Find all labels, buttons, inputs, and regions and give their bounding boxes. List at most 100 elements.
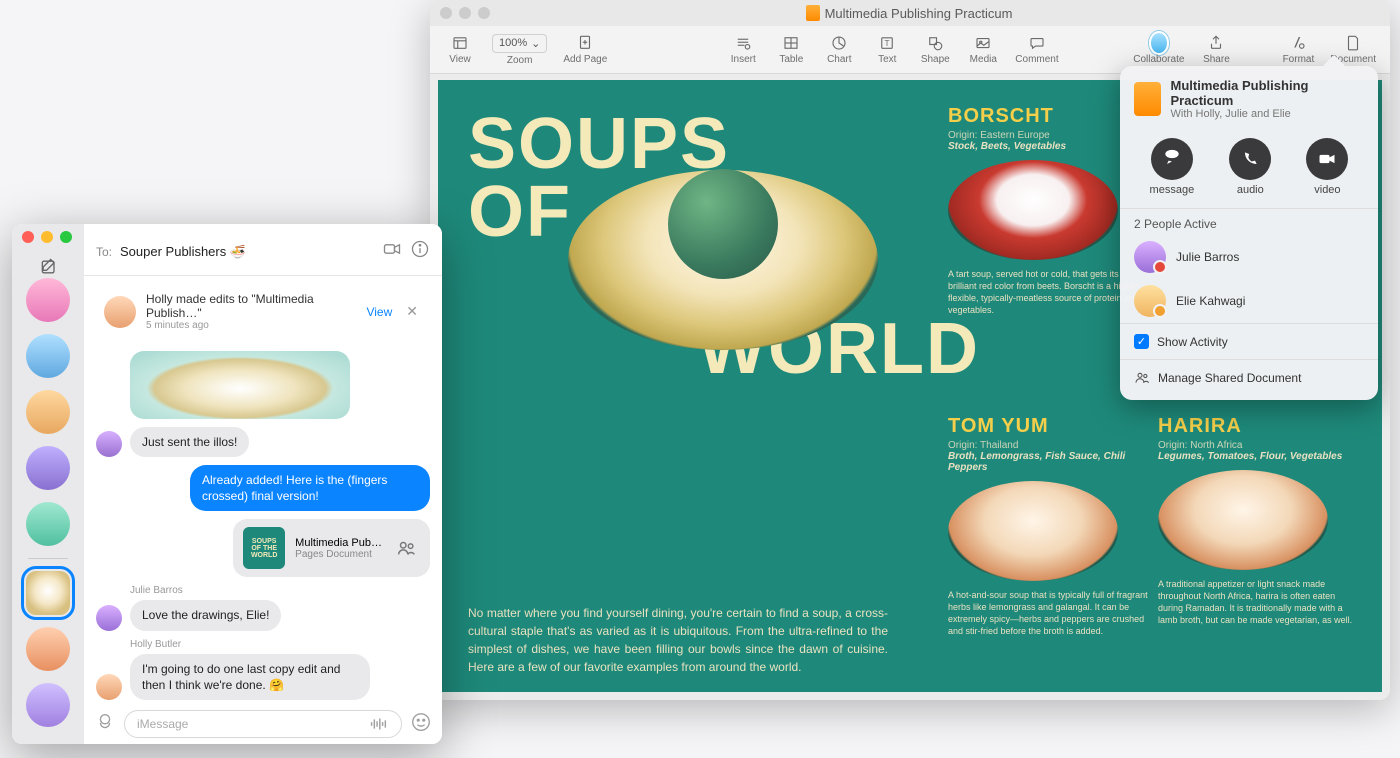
avatar — [104, 296, 136, 328]
sender-avatar — [96, 605, 122, 631]
hero-illustration — [568, 170, 878, 350]
active-people-label: 2 People Active — [1120, 209, 1378, 235]
conversation-avatar[interactable] — [26, 627, 70, 671]
message-input-bar: iMessage — [84, 704, 442, 744]
recipe-borscht: BORSCHT Origin: Eastern Europe Stock, Be… — [948, 105, 1148, 317]
apps-icon[interactable] — [94, 711, 116, 738]
video-action[interactable]: video — [1306, 138, 1348, 196]
input-placeholder: iMessage — [137, 717, 188, 731]
active-person-elie[interactable]: Elie Kahwagi — [1120, 279, 1378, 323]
conversation-avatar[interactable] — [26, 278, 70, 322]
attachment-type: Pages Document — [295, 549, 382, 560]
text-label: Text — [878, 54, 896, 65]
close-dot[interactable] — [440, 7, 452, 19]
attachment-thumbnail: SOUPSOF THEWORLD — [243, 527, 285, 569]
edit-notification-banner: Holly made edits to "Multimedia Publish…… — [94, 284, 432, 339]
message-thread[interactable]: Just sent the illos! Already added! Here… — [84, 347, 442, 704]
attachment-name: Multimedia Pub… — [295, 537, 382, 549]
byline: By Holly Butler, Guillermo Castillo, Eli… — [468, 690, 888, 692]
comment-button[interactable]: Comment — [1009, 32, 1064, 67]
compose-button[interactable] — [36, 254, 62, 280]
collaboration-popover: Multimedia Publishing Practicum With Hol… — [1120, 66, 1378, 400]
table-button[interactable]: Table — [769, 32, 813, 67]
view-button[interactable]: View — [438, 32, 482, 67]
zoom-label: Zoom — [507, 55, 533, 66]
messages-titlebar[interactable] — [12, 224, 442, 250]
recipe-ingredients: Stock, Beets, Vegetables — [948, 141, 1148, 152]
chevron-down-icon: ⌄ — [531, 37, 540, 50]
insert-button[interactable]: Insert — [721, 32, 765, 67]
recipe-desc: A hot-and-sour soup that is typically fu… — [948, 589, 1148, 638]
sender-avatar — [96, 674, 122, 700]
messages-app-window: To: Souper Publishers 🍜 Holly made edits… — [12, 224, 442, 744]
action-label: message — [1150, 184, 1195, 196]
active-person-julie[interactable]: Julie Barros — [1120, 235, 1378, 279]
chart-label: Chart — [827, 54, 851, 65]
pages-titlebar[interactable]: Multimedia Publishing Practicum — [430, 0, 1390, 26]
svg-text:T: T — [885, 39, 890, 48]
zoom-dot[interactable] — [60, 231, 72, 243]
close-icon[interactable]: ✕ — [402, 303, 422, 320]
pages-title-text: Multimedia Publishing Practicum — [825, 6, 1013, 21]
person-name: Elie Kahwagi — [1176, 294, 1245, 308]
collaborate-button[interactable]: Collaborate — [1127, 32, 1190, 67]
popover-title: Multimedia Publishing Practicum — [1171, 78, 1365, 108]
show-activity-label: Show Activity — [1157, 335, 1228, 349]
conversation-avatar[interactable] — [26, 390, 70, 434]
manage-shared-row[interactable]: Manage Shared Document — [1120, 359, 1378, 396]
received-bubble: Love the drawings, Elie! — [130, 600, 281, 630]
popover-actions: message audio video — [1120, 130, 1378, 209]
media-button[interactable]: Media — [961, 32, 1005, 67]
sender-avatar — [96, 431, 122, 457]
image-message[interactable] — [130, 351, 350, 419]
text-button[interactable]: T Text — [865, 32, 909, 67]
emoji-icon[interactable] — [410, 711, 432, 738]
person-name: Julie Barros — [1176, 250, 1239, 264]
conversation-pane: To: Souper Publishers 🍜 Holly made edits… — [84, 224, 442, 744]
shape-button[interactable]: Shape — [913, 32, 957, 67]
message-input[interactable]: iMessage — [124, 710, 402, 738]
shared-people-icon — [392, 537, 420, 559]
recipe-origin: Origin: Thailand — [948, 440, 1148, 451]
avatar — [1134, 241, 1166, 273]
audio-waveform-icon[interactable] — [367, 713, 389, 735]
add-page-button[interactable]: Add Page — [557, 32, 613, 67]
recipe-title: HARIRA — [1158, 415, 1358, 438]
minimize-dot[interactable] — [41, 231, 53, 243]
document-attachment[interactable]: SOUPSOF THEWORLD Multimedia Pub… Pages D… — [233, 519, 430, 577]
conversation-avatar[interactable] — [26, 683, 70, 727]
zoom-control[interactable]: 100% ⌄ Zoom — [486, 32, 553, 68]
share-button[interactable]: Share — [1194, 32, 1238, 67]
close-dot[interactable] — [22, 231, 34, 243]
recipe-desc: A tart soup, served hot or cold, that ge… — [948, 268, 1148, 317]
people-icon — [1134, 370, 1150, 386]
conversation-avatar[interactable] — [26, 502, 70, 546]
zoom-value: 100% — [499, 37, 527, 49]
conversation-avatar-selected[interactable] — [26, 571, 70, 615]
recipe-desc: A traditional appetizer or light snack m… — [1158, 578, 1358, 627]
pages-window-title: Multimedia Publishing Practicum — [490, 5, 1328, 21]
conversation-avatar[interactable] — [26, 446, 70, 490]
recipe-origin: Origin: North Africa — [1158, 440, 1358, 451]
pages-app-window: Multimedia Publishing Practicum View 100… — [430, 0, 1390, 700]
recipe-harira: HARIRA Origin: North Africa Legumes, Tom… — [1158, 415, 1358, 627]
zoom-dot[interactable] — [478, 7, 490, 19]
collaborator-avatar-icon — [1149, 31, 1169, 55]
received-bubble: I'm going to do one last copy edit and t… — [130, 654, 370, 700]
conversation-avatar[interactable] — [26, 334, 70, 378]
recipe-origin: Origin: Eastern Europe — [948, 130, 1148, 141]
show-activity-row[interactable]: ✓ Show Activity — [1120, 323, 1378, 359]
action-label: video — [1314, 184, 1340, 196]
recipe-illustration — [948, 160, 1118, 260]
checkbox-checked-icon[interactable]: ✓ — [1134, 334, 1149, 349]
audio-action[interactable]: audio — [1229, 138, 1271, 196]
minimize-dot[interactable] — [459, 7, 471, 19]
chart-button[interactable]: Chart — [817, 32, 861, 67]
banner-view-link[interactable]: View — [366, 305, 392, 319]
table-label: Table — [779, 54, 803, 65]
sent-bubble: Already added! Here is the (fingers cros… — [190, 465, 430, 511]
view-label: View — [449, 54, 471, 65]
format-button[interactable]: Format — [1276, 32, 1320, 67]
message-action[interactable]: message — [1150, 138, 1195, 196]
sender-name: Holly Butler — [130, 639, 430, 650]
